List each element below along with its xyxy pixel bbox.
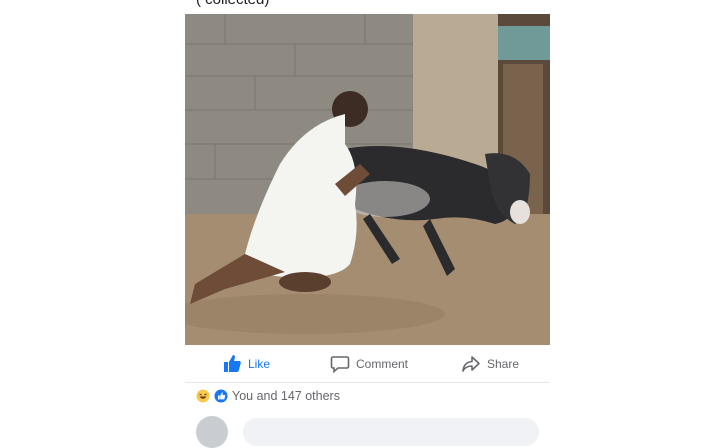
- reaction-count-text: You and 147 others: [232, 389, 340, 403]
- avatar: [196, 416, 228, 448]
- comment-label: Comment: [356, 357, 409, 371]
- share-arrow-icon: [461, 354, 481, 374]
- haha-reaction-icon: [196, 389, 210, 403]
- speech-bubble-icon: [330, 354, 350, 374]
- like-label: Like: [248, 357, 271, 371]
- post-caption: ( collected): [196, 0, 269, 8]
- share-label: Share: [487, 357, 520, 371]
- reaction-summary[interactable]: You and 147 others: [196, 389, 340, 403]
- comment-input[interactable]: [243, 418, 539, 446]
- like-button[interactable]: Like: [222, 354, 270, 374]
- post-photo[interactable]: [185, 14, 550, 345]
- comment-button[interactable]: Comment: [330, 354, 408, 374]
- post-actions-bar: Like Comment Share: [185, 346, 550, 383]
- like-reaction-icon: [214, 389, 228, 403]
- comment-composer: [196, 416, 539, 448]
- share-button[interactable]: Share: [461, 354, 519, 374]
- thumbs-up-icon: [222, 354, 242, 374]
